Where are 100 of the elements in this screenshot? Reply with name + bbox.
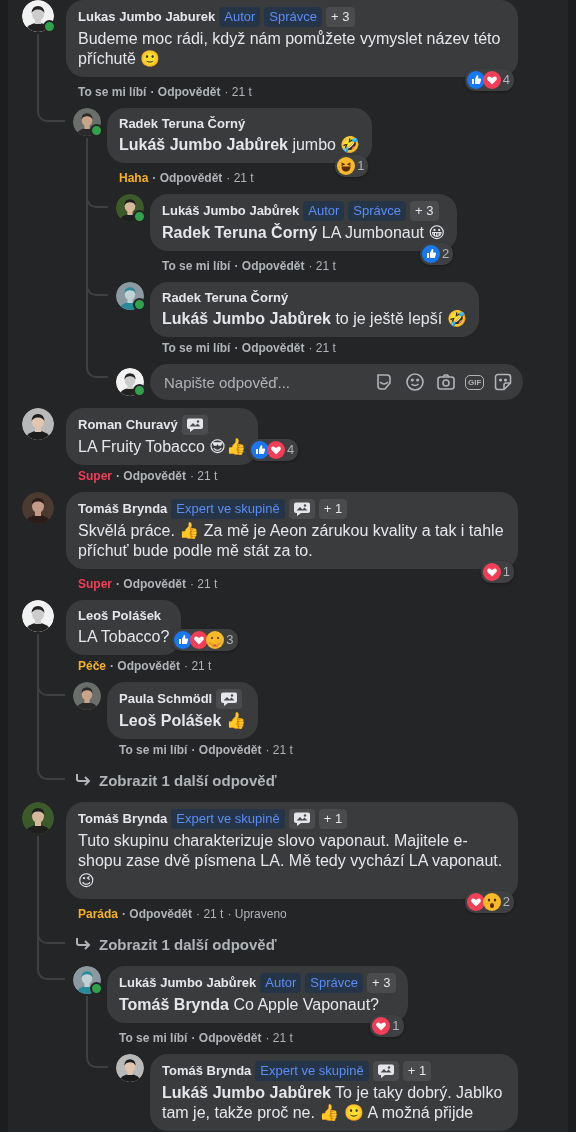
- comment-text: Lukáš Jumbo Jabůrek To je taky dobrý. Jablko tam je, takže proč ne. 👍 🙂 A možná přijde: [162, 1083, 504, 1123]
- more-replies-link[interactable]: Zobrazit 1 další odpověď: [99, 771, 277, 789]
- laughing-face-icon: [337, 157, 356, 175]
- reply-link[interactable]: · Odpovědět: [234, 258, 305, 274]
- reaction-summary[interactable]: 4: [249, 439, 299, 461]
- reply-field[interactable]: Napište odpověď... GIF: [150, 364, 524, 400]
- role-badge[interactable]: Expert ve skupině: [171, 499, 285, 519]
- reply-link[interactable]: · Odpovědět: [150, 84, 221, 100]
- role-badge[interactable]: Autor: [219, 7, 261, 27]
- timestamp[interactable]: · 21 t: [224, 84, 252, 100]
- react-link[interactable]: To se mi líbí: [119, 742, 188, 758]
- role-badge[interactable]: Správce: [264, 7, 323, 27]
- badge[interactable]: [372, 1061, 399, 1081]
- react-link[interactable]: To se mi líbí: [162, 258, 231, 274]
- thumbs-up-icon: [466, 71, 485, 89]
- react-link[interactable]: To se mi líbí: [78, 84, 147, 100]
- reaction-summary[interactable]: 4: [464, 69, 514, 91]
- comment-text: LA Fruity Tobacco 😎👍: [78, 437, 246, 457]
- comment-text: Lukáš Jumbo Jabůrek jumbo 🤣: [119, 135, 361, 155]
- reaction-summary[interactable]: 2: [464, 891, 514, 913]
- timestamp[interactable]: · 21 t: [308, 258, 336, 274]
- reply-link[interactable]: · Odpovědět: [122, 906, 193, 922]
- reply-arrow-icon: [75, 773, 91, 787]
- chat-bubble-icon: [220, 691, 239, 707]
- react-link[interactable]: Haha: [119, 170, 149, 186]
- comment-text: Lukáš Jumbo Jabůrek to je ještě lepší 🤣: [162, 309, 467, 329]
- timestamp[interactable]: · 21 t: [196, 906, 224, 922]
- author-name[interactable]: Paula Schmödl: [119, 690, 213, 708]
- badge[interactable]: [288, 499, 315, 519]
- timestamp[interactable]: · 21 t: [226, 170, 254, 186]
- role-badge[interactable]: Autor: [303, 201, 345, 221]
- reply-link[interactable]: · Odpovědět: [152, 170, 223, 186]
- thread-connector: [86, 356, 108, 378]
- emoji-icon[interactable]: [403, 370, 427, 394]
- comment-text: Radek Teruna Čorný LA Jumbonaut 😀: [162, 223, 446, 243]
- timestamp[interactable]: · 21 t: [265, 1030, 293, 1046]
- reaction-summary[interactable]: 1: [370, 1015, 404, 1037]
- reply-arrow-icon: [75, 937, 91, 951]
- role-badge[interactable]: Expert ve skupině: [171, 809, 285, 829]
- thumbs-up-icon: [251, 441, 269, 459]
- reply-link[interactable]: · Odpovědět: [234, 340, 305, 356]
- author-name[interactable]: Lukáš Jumbo Jabůrek: [162, 202, 300, 220]
- comment-text: Budeme moc rádi, když nám pomůžete vymyslet název této příchutě 🙂: [78, 29, 502, 69]
- role-badge[interactable]: Expert ve skupině: [255, 1061, 369, 1081]
- more-badges[interactable]: + 3: [410, 201, 439, 221]
- role-badge[interactable]: Autor: [260, 973, 302, 993]
- edited-label: · Upraveno: [227, 906, 287, 922]
- chat-bubble-icon: [292, 811, 311, 827]
- chat-bubble-icon: [292, 501, 311, 517]
- badge[interactable]: [288, 809, 315, 829]
- timestamp[interactable]: · 21 t: [265, 742, 293, 758]
- timestamp[interactable]: · 21 t: [308, 340, 336, 356]
- reaction-summary[interactable]: 1: [335, 155, 369, 177]
- react-link[interactable]: To se mi líbí: [162, 340, 231, 356]
- react-link[interactable]: To se mi líbí: [119, 1030, 188, 1046]
- reply-link[interactable]: · Odpovědět: [116, 576, 187, 592]
- thread-connector: [37, 958, 65, 980]
- timestamp[interactable]: · 21 t: [190, 576, 218, 592]
- author-name[interactable]: Tomáš Brynda: [78, 810, 168, 828]
- thumbs-up-icon: [421, 245, 440, 263]
- author-name[interactable]: Lukas Jumbo Jaburek: [78, 8, 216, 26]
- author-name[interactable]: Radek Teruna Čorný: [162, 289, 289, 307]
- more-badges[interactable]: + 1: [318, 809, 348, 829]
- surprised-face-icon: [482, 893, 501, 911]
- hugging-face-icon: [206, 631, 225, 649]
- reaction-summary[interactable]: 2: [419, 243, 454, 265]
- more-replies-link[interactable]: Zobrazit 1 další odpověď: [99, 935, 277, 953]
- reply-link[interactable]: · Odpovědět: [191, 742, 262, 758]
- comment-text: Tomáš Brynda Co Apple Vaponaut?: [119, 995, 380, 1015]
- role-badge[interactable]: Správce: [348, 201, 407, 221]
- more-badges[interactable]: + 3: [367, 973, 396, 993]
- badge[interactable]: [181, 415, 208, 435]
- comment-text: Tuto skupinu charakterizuje slovo vaponaut. Majitele e-shopu zase dvě písmena LA. Mě tedy vychází LA vaponaut. 😉: [78, 831, 504, 891]
- react-link[interactable]: Super: [78, 576, 112, 592]
- author-name[interactable]: Lukáš Jumbo Jabůrek: [119, 974, 257, 992]
- react-link[interactable]: Super: [78, 468, 112, 484]
- comment-text: Leoš Polášek 👍: [119, 711, 246, 731]
- react-link[interactable]: Paráda: [78, 906, 119, 922]
- author-name[interactable]: Roman Churavý: [78, 416, 178, 434]
- more-badges[interactable]: + 1: [402, 1061, 432, 1081]
- comment-text: Skvělá práce. 👍 Za mě je Aeon zárukou kvality a tak i tahle příchuť bude podle mě stát za to.: [78, 521, 505, 561]
- author-name[interactable]: Tomáš Brynda: [162, 1062, 252, 1080]
- react-link[interactable]: Péče: [78, 658, 107, 674]
- author-name[interactable]: Tomáš Brynda: [78, 500, 168, 518]
- author-name[interactable]: Leoš Polášek: [78, 607, 162, 625]
- reply-link[interactable]: · Odpovědět: [191, 1030, 262, 1046]
- timestamp[interactable]: · 21 t: [184, 658, 212, 674]
- more-badges[interactable]: + 3: [326, 7, 355, 27]
- more-badges[interactable]: + 1: [318, 499, 348, 519]
- chat-bubble-icon: [185, 417, 204, 433]
- reaction-summary[interactable]: 3: [172, 629, 238, 651]
- reaction-summary[interactable]: 1: [480, 561, 514, 583]
- timestamp[interactable]: · 21 t: [190, 468, 218, 484]
- role-badge[interactable]: Správce: [305, 973, 364, 993]
- gif-button[interactable]: GIF: [465, 374, 485, 390]
- reply-link[interactable]: · Odpovědět: [110, 658, 181, 674]
- author-name[interactable]: Radek Teruna Čorný: [119, 115, 246, 133]
- badge[interactable]: [216, 689, 243, 709]
- thread-connector: [37, 758, 65, 780]
- reply-link[interactable]: · Odpovědět: [116, 468, 187, 484]
